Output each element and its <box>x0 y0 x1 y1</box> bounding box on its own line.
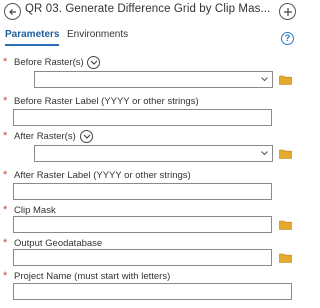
before-raster-label: Before Raster(s) <box>14 57 84 68</box>
required-marker: * <box>3 169 8 181</box>
active-tab-indicator <box>5 44 59 46</box>
after-raster-label-label: After Raster Label (YYYY or other string… <box>14 170 191 181</box>
before-raster-label-label: Before Raster Label (YYYY or other strin… <box>14 96 199 107</box>
tool-header: QR 03. Generate Difference Grid by Clip … <box>0 0 300 26</box>
after-raster-label: After Raster(s) <box>14 131 76 142</box>
clip-mask-input[interactable] <box>13 216 272 233</box>
output-geodatabase-input[interactable] <box>13 249 272 266</box>
required-marker: * <box>3 130 8 142</box>
chevron-down-icon[interactable] <box>87 56 100 69</box>
chevron-down-icon[interactable] <box>80 130 93 143</box>
after-raster-dropdown[interactable] <box>34 145 273 162</box>
project-name-input[interactable] <box>13 283 292 300</box>
before-raster-dropdown[interactable] <box>34 71 273 88</box>
before-raster-label-input[interactable] <box>13 109 272 126</box>
folder-icon[interactable] <box>279 148 292 159</box>
required-marker: * <box>3 237 8 249</box>
folder-icon[interactable] <box>279 219 292 230</box>
add-button[interactable] <box>279 3 296 20</box>
help-icon[interactable]: ? <box>281 32 294 45</box>
output-geodatabase-label: Output Geodatabase <box>14 238 103 249</box>
required-marker: * <box>3 204 8 216</box>
folder-icon[interactable] <box>279 74 292 85</box>
tab-parameters[interactable]: Parameters <box>5 29 59 40</box>
arrow-left-icon <box>9 9 16 15</box>
required-marker: * <box>3 56 8 68</box>
tool-title: QR 03. Generate Difference Grid by Clip … <box>25 3 271 15</box>
required-marker: * <box>3 95 8 107</box>
folder-icon[interactable] <box>279 252 292 263</box>
clip-mask-label: Clip Mask <box>14 205 56 216</box>
chevron-down-icon <box>261 77 268 82</box>
after-raster-label-input[interactable] <box>13 183 272 200</box>
chevron-down-icon <box>261 151 268 156</box>
required-marker: * <box>3 270 8 282</box>
tab-environments[interactable]: Environments <box>67 29 128 40</box>
back-button[interactable] <box>4 3 21 20</box>
plus-icon <box>284 8 292 16</box>
project-name-label: Project Name (must start with letters) <box>14 271 171 282</box>
